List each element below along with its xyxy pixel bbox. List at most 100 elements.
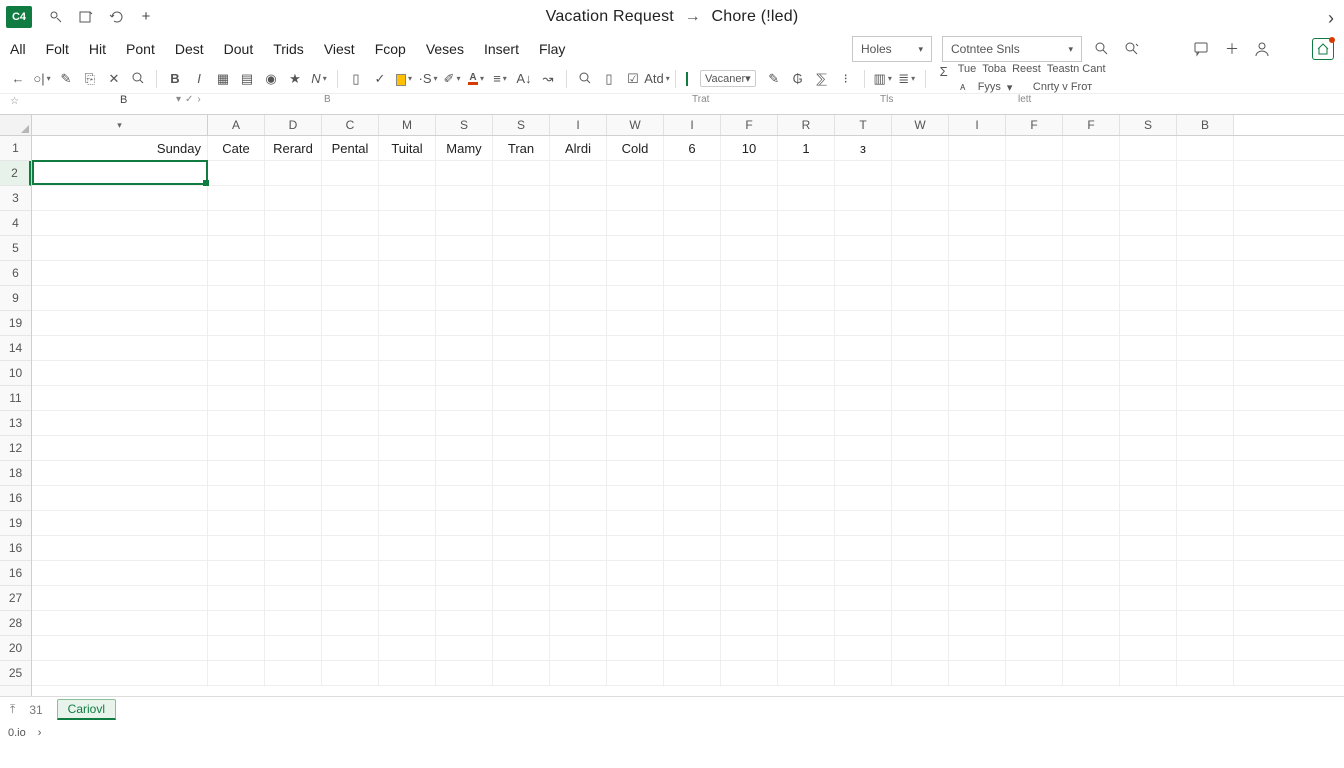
row-header[interactable]: 16 bbox=[0, 536, 31, 561]
column-header[interactable]: B bbox=[1177, 115, 1234, 135]
cell[interactable] bbox=[664, 561, 721, 585]
cell[interactable] bbox=[778, 561, 835, 585]
cell[interactable] bbox=[1063, 311, 1120, 335]
cell[interactable] bbox=[892, 361, 949, 385]
cell[interactable] bbox=[208, 561, 265, 585]
cell[interactable] bbox=[721, 211, 778, 235]
cell[interactable] bbox=[949, 361, 1006, 385]
cell[interactable] bbox=[664, 336, 721, 360]
cell[interactable] bbox=[379, 361, 436, 385]
cell[interactable] bbox=[607, 386, 664, 410]
cell[interactable] bbox=[721, 511, 778, 535]
cell[interactable] bbox=[778, 586, 835, 610]
cell[interactable] bbox=[721, 236, 778, 260]
border-icon[interactable]: ▦ bbox=[215, 71, 231, 87]
cell[interactable] bbox=[1006, 636, 1063, 660]
cell[interactable] bbox=[835, 561, 892, 585]
cell[interactable] bbox=[436, 186, 493, 210]
cell[interactable] bbox=[1120, 536, 1177, 560]
cell[interactable] bbox=[664, 261, 721, 285]
cell[interactable] bbox=[835, 186, 892, 210]
cell[interactable] bbox=[379, 586, 436, 610]
cell[interactable] bbox=[493, 311, 550, 335]
cell[interactable] bbox=[949, 586, 1006, 610]
cell[interactable] bbox=[1063, 411, 1120, 435]
cell[interactable] bbox=[436, 611, 493, 635]
cell[interactable] bbox=[550, 211, 607, 235]
cell[interactable] bbox=[664, 286, 721, 310]
fx-icon[interactable]: ☆ bbox=[10, 96, 19, 107]
holes-dropdown[interactable]: Holes▾ bbox=[852, 36, 932, 62]
back-icon[interactable]: ← bbox=[10, 71, 26, 87]
cell[interactable] bbox=[1120, 186, 1177, 210]
cell[interactable] bbox=[379, 211, 436, 235]
cell[interactable] bbox=[322, 661, 379, 685]
cell[interactable] bbox=[550, 611, 607, 635]
cell[interactable] bbox=[493, 161, 550, 185]
cell[interactable]: Pental bbox=[322, 136, 379, 160]
cell[interactable]: Cate bbox=[208, 136, 265, 160]
italic-icon[interactable]: I bbox=[191, 71, 207, 87]
cell[interactable] bbox=[721, 186, 778, 210]
cell[interactable] bbox=[265, 261, 322, 285]
cell[interactable] bbox=[32, 161, 208, 185]
cell[interactable] bbox=[265, 336, 322, 360]
cell[interactable] bbox=[835, 161, 892, 185]
cell[interactable] bbox=[1006, 611, 1063, 635]
cell[interactable] bbox=[1120, 411, 1177, 435]
cell[interactable] bbox=[607, 336, 664, 360]
cell[interactable] bbox=[436, 386, 493, 410]
cell[interactable] bbox=[493, 461, 550, 485]
vacaner-button[interactable]: Vacaner▾ bbox=[700, 70, 756, 87]
cell[interactable] bbox=[208, 386, 265, 410]
cell[interactable] bbox=[721, 661, 778, 685]
cell[interactable] bbox=[1063, 486, 1120, 510]
row-header[interactable]: 25 bbox=[0, 661, 31, 686]
row-header[interactable]: 20 bbox=[0, 636, 31, 661]
cell[interactable] bbox=[721, 561, 778, 585]
cell[interactable] bbox=[949, 536, 1006, 560]
cell[interactable] bbox=[1063, 236, 1120, 260]
cell[interactable] bbox=[265, 361, 322, 385]
cell[interactable] bbox=[550, 361, 607, 385]
cell[interactable] bbox=[32, 311, 208, 335]
cell[interactable] bbox=[493, 386, 550, 410]
clear-icon[interactable]: ✕ bbox=[106, 71, 122, 87]
cell[interactable] bbox=[1177, 336, 1234, 360]
cell[interactable] bbox=[949, 261, 1006, 285]
row-header[interactable]: 12 bbox=[0, 436, 31, 461]
app-badge[interactable]: C4 bbox=[6, 6, 32, 28]
cell[interactable] bbox=[32, 586, 208, 610]
cell[interactable] bbox=[265, 211, 322, 235]
column-header[interactable]: A bbox=[208, 115, 265, 135]
cell[interactable] bbox=[949, 161, 1006, 185]
cell[interactable] bbox=[265, 486, 322, 510]
cell[interactable] bbox=[721, 161, 778, 185]
cell[interactable] bbox=[1177, 286, 1234, 310]
cell[interactable] bbox=[1120, 561, 1177, 585]
cell[interactable] bbox=[607, 211, 664, 235]
cell[interactable] bbox=[1177, 461, 1234, 485]
cell[interactable] bbox=[892, 136, 949, 160]
cell[interactable] bbox=[436, 211, 493, 235]
cell[interactable] bbox=[835, 286, 892, 310]
cell[interactable] bbox=[322, 336, 379, 360]
forward-icon[interactable]: ↝ bbox=[540, 71, 556, 87]
cell[interactable] bbox=[1177, 311, 1234, 335]
cell[interactable] bbox=[607, 536, 664, 560]
cell[interactable] bbox=[892, 311, 949, 335]
column-header[interactable]: T bbox=[835, 115, 892, 135]
cell[interactable] bbox=[208, 636, 265, 660]
cell[interactable] bbox=[1006, 661, 1063, 685]
cell[interactable] bbox=[949, 661, 1006, 685]
cell[interactable] bbox=[778, 461, 835, 485]
cell[interactable] bbox=[436, 336, 493, 360]
cell[interactable] bbox=[1063, 211, 1120, 235]
cell[interactable] bbox=[493, 261, 550, 285]
cell[interactable] bbox=[607, 661, 664, 685]
cell[interactable] bbox=[1120, 511, 1177, 535]
cell[interactable] bbox=[208, 661, 265, 685]
cell[interactable] bbox=[1120, 236, 1177, 260]
cell[interactable] bbox=[550, 536, 607, 560]
tab-all[interactable]: All bbox=[10, 41, 26, 57]
